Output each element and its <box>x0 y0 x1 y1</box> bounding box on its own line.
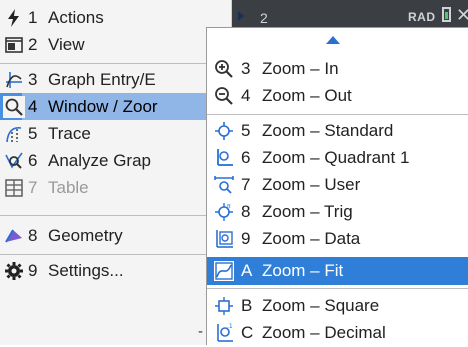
menu-item-label: Graph Entry/E <box>48 70 156 89</box>
menu-item-label: Analyze Grap <box>48 151 151 170</box>
menu-item-settings[interactable]: 9 Settings... <box>0 257 232 284</box>
zoom-user-icon <box>213 174 235 196</box>
zoom-quadrant-icon <box>213 147 235 169</box>
menu-divider <box>0 63 232 64</box>
trace-icon <box>3 123 25 145</box>
graph-entry-icon <box>3 69 25 91</box>
submenu-item-label: Zoom – Decimal <box>262 323 386 342</box>
zoom-trig-icon: π <box>213 201 235 223</box>
submenu-item-key: A <box>241 261 253 280</box>
zoom-square-icon <box>213 295 235 317</box>
menu-item-key: 9 <box>28 261 38 280</box>
menu-item-label: Geometry <box>48 226 123 245</box>
menu-item-trace[interactable]: 5 Trace <box>0 120 232 147</box>
geometry-icon <box>3 225 25 247</box>
table-icon <box>3 177 25 199</box>
submenu-item-zoom-out[interactable]: 4 Zoom – Out <box>207 82 468 110</box>
menu-item-analyze-graph[interactable]: 6 Analyze Grap <box>0 147 232 174</box>
lightning-icon <box>3 7 25 29</box>
menu-item-key: 7 <box>28 178 38 197</box>
menu-divider <box>0 254 232 255</box>
menu-item-view[interactable]: 2 View <box>0 31 232 58</box>
submenu-item-key: 5 <box>241 121 251 140</box>
submenu-item-zoom-standard[interactable]: 5 Zoom – Standard <box>207 117 468 145</box>
menu-item-key: 3 <box>28 70 38 89</box>
menu-item-key: 4 <box>28 97 38 116</box>
page-tab-label: 2 <box>260 10 268 26</box>
battery-icon <box>442 7 451 22</box>
svg-text:.1: .1 <box>227 323 233 330</box>
menu-item-key: 1 <box>28 8 38 27</box>
submenu-item-label: Zoom – Fit <box>262 261 344 280</box>
submenu-item-zoom-user[interactable]: 7 Zoom – User <box>207 171 468 199</box>
gear-icon <box>3 260 25 282</box>
menu-item-label: View <box>48 35 85 54</box>
analyze-icon <box>3 150 25 172</box>
zoom-out-icon <box>213 85 235 107</box>
submenu-item-key: 4 <box>241 86 251 105</box>
menu-item-graph-entry[interactable]: 3 Graph Entry/E <box>0 66 232 93</box>
submenu-item-label: Zoom – User <box>262 175 361 194</box>
menu-item-label: Actions <box>48 8 104 27</box>
submenu-item-label: Zoom – Data <box>262 229 361 248</box>
submenu-item-label: Zoom – Standard <box>262 121 394 140</box>
submenu-item-zoom-quadrant[interactable]: 6 Zoom – Quadrant 1 <box>207 144 468 172</box>
menu-item-key: 2 <box>28 35 38 54</box>
menu-item-actions[interactable]: 1 Actions <box>0 4 232 31</box>
submenu-item-zoom-in[interactable]: 3 Zoom – In <box>207 55 468 83</box>
svg-text:π: π <box>227 203 231 210</box>
submenu-item-label: Zoom – Quadrant 1 <box>262 148 410 167</box>
truncation-mark: - <box>198 323 203 340</box>
submenu-divider <box>207 114 468 115</box>
close-icon[interactable]: ✕ <box>456 5 468 26</box>
submenu-item-zoom-decimal[interactable]: .1 C Zoom – Decimal <box>207 319 468 347</box>
menu-item-label: Table <box>48 178 89 197</box>
submenu-item-label: Zoom – Square <box>262 296 380 315</box>
submenu-item-key: 3 <box>241 59 251 78</box>
menu-item-key: 8 <box>28 226 38 245</box>
submenu-item-zoom-data[interactable]: 9 Zoom – Data <box>207 225 468 253</box>
zoom-submenu: 3 Zoom – In 4 Zoom – Out 5 Zoom – Standa… <box>206 27 468 345</box>
submenu-item-zoom-square[interactable]: B Zoom – Square <box>207 292 468 320</box>
menu-item-table[interactable]: 7 Table <box>0 174 232 201</box>
menu-item-label: Window / Zoor <box>48 97 158 116</box>
menu-item-geometry[interactable]: 8 Geometry <box>0 222 232 249</box>
submenu-item-label: Zoom – Trig <box>262 202 353 221</box>
menu-divider <box>0 215 232 216</box>
submenu-arrow-icon <box>238 11 244 21</box>
submenu-item-label: Zoom – Out <box>262 86 352 105</box>
menu-item-key: 6 <box>28 151 38 170</box>
submenu-item-key: 9 <box>241 229 251 248</box>
submenu-item-zoom-fit[interactable]: A Zoom – Fit <box>207 257 468 285</box>
view-icon <box>3 34 25 56</box>
zoom-decimal-icon: .1 <box>213 322 235 344</box>
menu-item-window-zoom[interactable]: 4 Window / Zoor <box>0 93 232 120</box>
zoom-data-icon <box>213 228 235 250</box>
submenu-divider <box>207 288 468 289</box>
zoom-standard-icon <box>213 120 235 142</box>
submenu-item-key: 8 <box>241 202 251 221</box>
scroll-up-icon[interactable] <box>326 36 340 44</box>
menu-item-key: 5 <box>28 124 38 143</box>
submenu-item-key: 7 <box>241 175 251 194</box>
menu-item-label: Trace <box>48 124 91 143</box>
submenu-item-zoom-trig[interactable]: π 8 Zoom – Trig <box>207 198 468 226</box>
magnifier-icon <box>3 96 25 118</box>
main-menu: 1 Actions 2 View 3 Graph Entry/E 4 Windo… <box>0 0 244 345</box>
menu-item-label: Settings... <box>48 261 124 280</box>
submenu-item-key: B <box>241 296 253 315</box>
angle-mode-indicator: RAD <box>408 10 436 24</box>
submenu-item-key: 6 <box>241 148 251 167</box>
submenu-item-label: Zoom – In <box>262 59 339 78</box>
submenu-item-key: C <box>241 323 254 342</box>
zoom-fit-icon <box>213 260 235 282</box>
zoom-in-icon <box>213 58 235 80</box>
